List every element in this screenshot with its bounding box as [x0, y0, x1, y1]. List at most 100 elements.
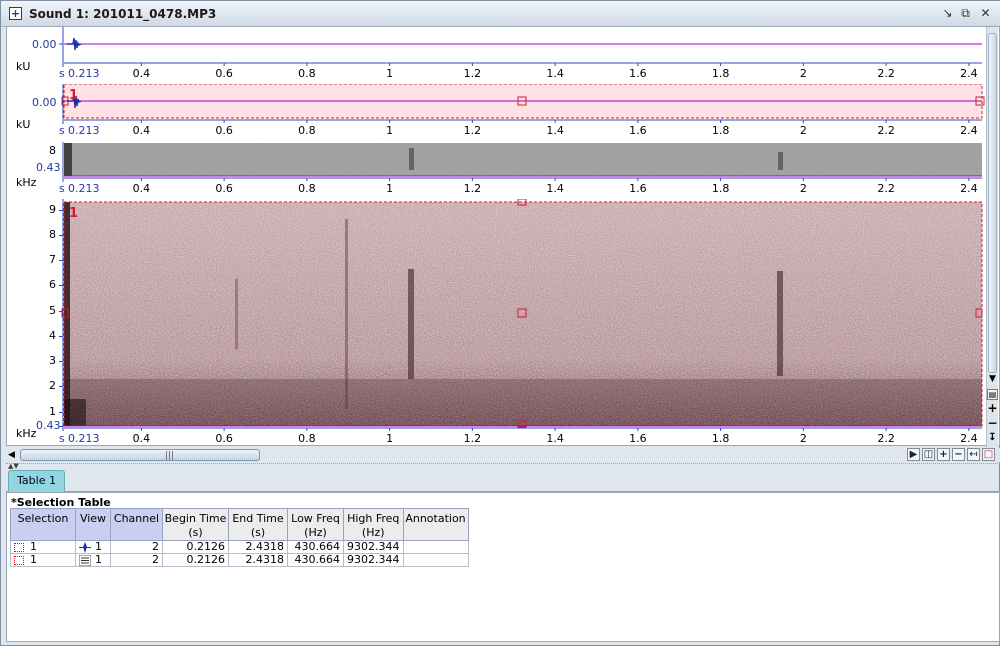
zoom-in-horizontal-icon[interactable]: +: [937, 448, 950, 461]
horizontal-scroll-thumb[interactable]: |||: [20, 449, 260, 461]
time-tick-label: 1: [386, 432, 393, 445]
time-tick-label: 0.4: [133, 67, 151, 80]
row-low-freq[interactable]: 430.664: [287, 540, 344, 554]
time-tick-label: 0.8: [298, 124, 316, 137]
spectrogram-2-y-tick-mark: [59, 260, 63, 262]
vertical-scroll-thumb[interactable]: [988, 33, 997, 373]
time-tick-label: 0.4: [133, 124, 151, 137]
col-channel[interactable]: Channel: [110, 508, 163, 541]
tab-table-1[interactable]: Table 1: [8, 470, 65, 492]
row-begin-time[interactable]: 0.2126: [162, 540, 229, 554]
col-selection[interactable]: Selection: [10, 508, 76, 541]
spectrogram-2-y-tick: 5: [49, 303, 56, 317]
spectrogram-2-y-tick-mark: [59, 209, 63, 211]
spectrogram-2-y-tick-mark: [59, 285, 63, 287]
zoom-out-horizontal-icon[interactable]: −: [952, 448, 965, 461]
col-begin-time[interactable]: Begin Time (s): [162, 508, 229, 541]
time-tick-label: 1.4: [546, 432, 564, 445]
waveform-1-unit: kU: [16, 60, 31, 73]
time-tick-label: 0.4: [133, 432, 151, 445]
time-axis-unit: s: [59, 67, 65, 80]
table-tab-bar: Table 1: [6, 470, 1000, 492]
selection-toggle-icon[interactable]: □: [982, 448, 995, 461]
row-end-time[interactable]: 2.4318: [228, 553, 288, 567]
horizontal-scrollbar[interactable]: ◀ |||: [6, 448, 1000, 462]
collapse-pane-icon[interactable]: ▲▼: [8, 462, 19, 470]
waveform-panel-1[interactable]: s 0.213 0.4 0.6 0.8 1 1.2 1.4 1.6 1.8 2 2.2 2.4 0.00…: [7, 27, 1000, 83]
spectrogram-2-y-tick: 4: [49, 328, 56, 342]
spectrogram-panel-2[interactable]: s 0.213 0.4 0.6 0.8 1 1.2 1.4 1.6 1.8 2 2.2 2.4 1 9 8…: [7, 199, 1000, 447]
zoom-in-vertical-icon[interactable]: +: [987, 402, 998, 415]
col-high-freq[interactable]: High Freq (Hz): [343, 508, 404, 541]
scroll-left-icon[interactable]: ◀: [8, 450, 15, 460]
spectrogram-2-y-tick-mark: [59, 411, 63, 413]
title-bar[interactable]: + Sound 1: 201011_0478.MP3 ↘ ⧉ ✕: [1, 1, 1000, 27]
table-row[interactable]: 1 1 2 0.2126 2.4318 430.664 9302.344: [10, 553, 469, 567]
minimize-icon[interactable]: ↘: [940, 6, 955, 21]
col-view[interactable]: View: [75, 508, 111, 541]
time-tick-label: 1: [386, 182, 393, 195]
row-high-freq[interactable]: 9302.344: [343, 540, 404, 554]
time-tick-label: 2.2: [877, 182, 895, 195]
col-end-time[interactable]: End Time (s): [228, 508, 288, 541]
spectrogram-view-icon: [79, 554, 91, 566]
restore-icon[interactable]: ⧉: [958, 6, 973, 21]
scroll-right-icon[interactable]: ▶: [907, 448, 920, 461]
zoom-out-vertical-icon[interactable]: −: [987, 417, 998, 430]
zoom-to-selection-icon[interactable]: ▤: [987, 389, 998, 400]
time-axis-start: 0.213: [68, 67, 100, 80]
time-tick-label: 1: [386, 67, 393, 80]
time-tick-label: 0.4: [133, 182, 151, 195]
time-tick-label: 1.2: [464, 67, 482, 80]
table-row[interactable]: 1 1 2 0.2126 2.4318 430.664 9302.344: [10, 540, 469, 554]
time-tick-label: 0.8: [298, 182, 316, 195]
selection-table-area: *Selection Table Selection View Channel …: [6, 492, 1000, 642]
time-tick-label: 1.4: [546, 67, 564, 80]
time-tick-label: 1.2: [464, 432, 482, 445]
time-tick-label: 0.8: [298, 432, 316, 445]
col-low-freq[interactable]: Low Freq (Hz): [287, 508, 344, 541]
spectrogram-panel-1[interactable]: s 0.213 0.4 0.6 0.8 1 1.2 1.4 1.6 1.8 2 2.2 2.4 8 0.…: [7, 142, 1000, 198]
row-annotation[interactable]: [402, 553, 469, 567]
zoom-to-selection-horizontal-icon[interactable]: ◫: [922, 448, 935, 461]
row-high-freq[interactable]: 9302.344: [343, 553, 404, 567]
row-end-time[interactable]: 2.4318: [228, 540, 288, 554]
waveform-2-plot: s 0.213 0.4 0.6 0.8 1 1.2 1.4 1.6 1.8 2 2.2 2.4: [59, 84, 985, 137]
row-channel[interactable]: 2: [110, 553, 163, 567]
sound-window-icon: +: [9, 7, 22, 20]
row-channel[interactable]: 2: [110, 540, 163, 554]
fit-horizontal-icon[interactable]: ↤: [967, 448, 980, 461]
row-begin-time[interactable]: 0.2126: [162, 553, 229, 567]
close-icon[interactable]: ✕: [978, 6, 993, 21]
time-tick-label: 2: [800, 182, 807, 195]
spectrogram-2-plot: s 0.213 0.4 0.6 0.8 1 1.2 1.4 1.6 1.8 2 2.2 2.4: [59, 199, 983, 445]
waveform-2-unit: kU: [16, 118, 31, 131]
spectrogram-2-y-tick-mark: [59, 310, 63, 312]
time-axis-unit: s: [59, 432, 65, 445]
time-tick-label: 1.8: [712, 124, 730, 137]
spectrogram-2-y-tick-mark: [59, 426, 63, 427]
selection-marker-icon: [14, 555, 24, 565]
time-tick-label: 1: [386, 124, 393, 137]
spectrogram-2-y-tick: 1: [49, 404, 56, 418]
row-annotation[interactable]: [402, 540, 469, 554]
row-view: 1: [95, 553, 102, 566]
time-tick-label: 2.2: [877, 124, 895, 137]
window-title: Sound 1: 201011_0478.MP3: [29, 7, 217, 21]
spectrogram-2-y-tick-mark: [59, 361, 63, 363]
spectrogram-1-plot: s 0.213 0.4 0.6 0.8 1 1.2 1.4 1.6 1.8 2 2.2 2.4: [59, 142, 982, 195]
spectrogram-1-y-tick-low: 0.43: [36, 161, 61, 174]
spectrogram-2-y-tick: 9: [49, 202, 56, 216]
time-tick-label: 2.4: [960, 124, 978, 137]
vertical-scrollbar[interactable]: ▼ ▤ + − ↧: [986, 27, 998, 447]
time-tick-label: 2.4: [960, 432, 978, 445]
spectrogram-2-y-tick: 2: [49, 379, 56, 393]
col-annotation[interactable]: Annotation: [402, 508, 469, 541]
waveform-panel-2[interactable]: s 0.213 0.4 0.6 0.8 1 1.2 1.4 1.6 1.8 2 2.2 2.4 0.00…: [7, 84, 1000, 141]
time-tick-label: 2.4: [960, 182, 978, 195]
scroll-down-icon[interactable]: ▼: [987, 374, 998, 385]
pane-divider[interactable]: ▲▼: [6, 462, 1000, 470]
spectrogram-2-y-tick: 6: [49, 278, 56, 292]
row-low-freq[interactable]: 430.664: [287, 553, 344, 567]
fit-vertical-icon[interactable]: ↧: [987, 432, 998, 444]
